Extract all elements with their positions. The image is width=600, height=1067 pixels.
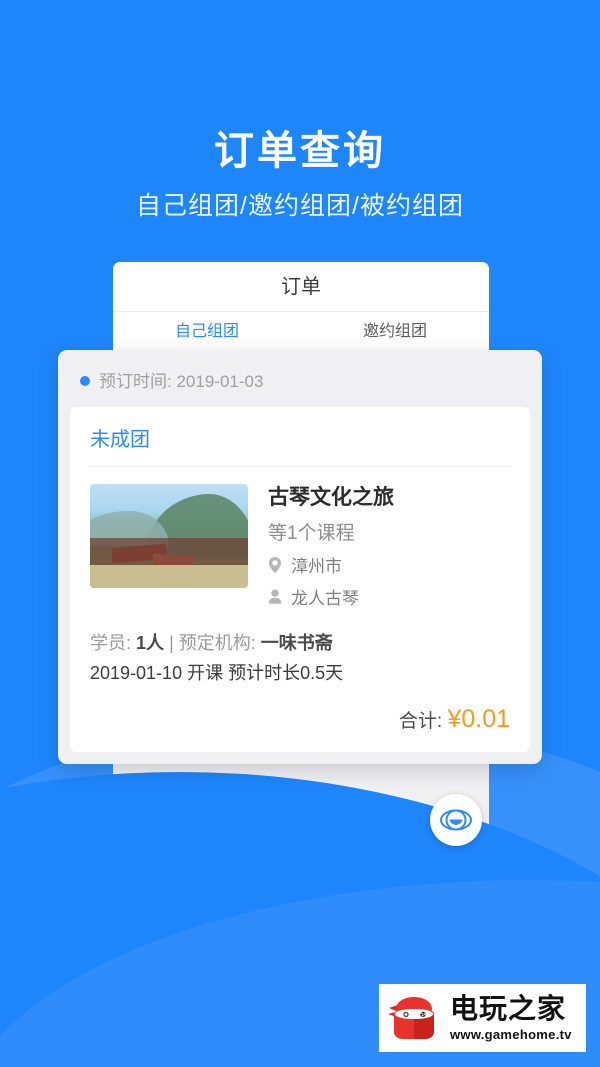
chat-support-icon: [440, 809, 472, 831]
bullet-dot-icon: [80, 376, 90, 386]
order-card[interactable]: 未成团 古琴文化之旅 等1个课程 漳州市 龙人古琴 学员: 1人 | 预定机构:…: [70, 407, 530, 753]
order-detail: 学员: 1人 | 预定机构: 一味书斋 2019-01-10 开课 预计时长0.…: [90, 629, 510, 685]
course-count: 等1个课程: [268, 523, 355, 545]
student-value: 1人: [136, 633, 165, 654]
booking-time-row: 预订时间: 2019-01-03: [58, 350, 542, 407]
course-row: 古琴文化之旅 等1个课程 漳州市 龙人古琴: [90, 484, 510, 609]
status-badge: 未成团: [90, 429, 150, 451]
total-amount: ¥0.01: [447, 705, 510, 734]
course-location: 漳州市: [268, 552, 510, 577]
watermark-url: www.gamehome.tv: [450, 1027, 572, 1042]
course-info: 古琴文化之旅 等1个课程 漳州市 龙人古琴: [268, 484, 510, 609]
org-label: 预定机构:: [178, 633, 256, 654]
order-total: 合计: ¥0.01: [90, 705, 510, 734]
divider: [90, 466, 510, 467]
watermark-text: 电玩之家 www.gamehome.tv: [450, 993, 572, 1042]
provider-label: 龙人古琴: [291, 589, 359, 609]
location-pin-icon: [268, 556, 282, 573]
course-provider: 龙人古琴: [268, 584, 510, 609]
city-label: 漳州市: [291, 557, 342, 577]
org-value: 一味书斋: [260, 633, 333, 654]
student-label: 学员:: [90, 633, 132, 654]
tab-invited-group[interactable]: 邀约组团: [301, 312, 489, 353]
course-title: 古琴文化之旅: [268, 486, 394, 509]
screenshot-root: 订单查询 自己组团/邀约组团/被约组团 订单 自己组团 邀约组团 预订时间: 2…: [0, 0, 600, 1067]
order-schedule: 2019-01-10 开课 预计时长0.5天: [90, 663, 344, 684]
tab-own-group[interactable]: 自己组团: [113, 312, 301, 353]
user-icon: [268, 589, 282, 604]
booking-time-label: 预订时间:: [99, 372, 172, 391]
page-subtitle: 自己组团/邀约组团/被约组团: [136, 192, 464, 220]
detail-divider: |: [169, 633, 174, 654]
gamepad-mascot-icon: [388, 997, 434, 1039]
course-thumbnail: [90, 484, 248, 588]
watermark-brand: 电玩之家: [450, 993, 567, 1024]
total-label: 合计:: [398, 711, 443, 733]
page-title: 订单查询: [214, 129, 386, 173]
order-detail-line-1: 学员: 1人 | 预定机构: 一味书斋: [90, 629, 510, 655]
phone-header-title: 订单: [113, 262, 489, 312]
chat-support-button[interactable]: [430, 794, 482, 846]
watermark-badge: 电玩之家 www.gamehome.tv: [379, 984, 586, 1052]
phone-tab-bar: 自己组团 邀约组团: [113, 312, 489, 354]
booking-time-value: 2019-01-03: [176, 372, 264, 391]
highlighted-order-card[interactable]: 预订时间: 2019-01-03 未成团 古琴文化之旅 等1个课程 漳州市 龙人…: [58, 350, 542, 765]
